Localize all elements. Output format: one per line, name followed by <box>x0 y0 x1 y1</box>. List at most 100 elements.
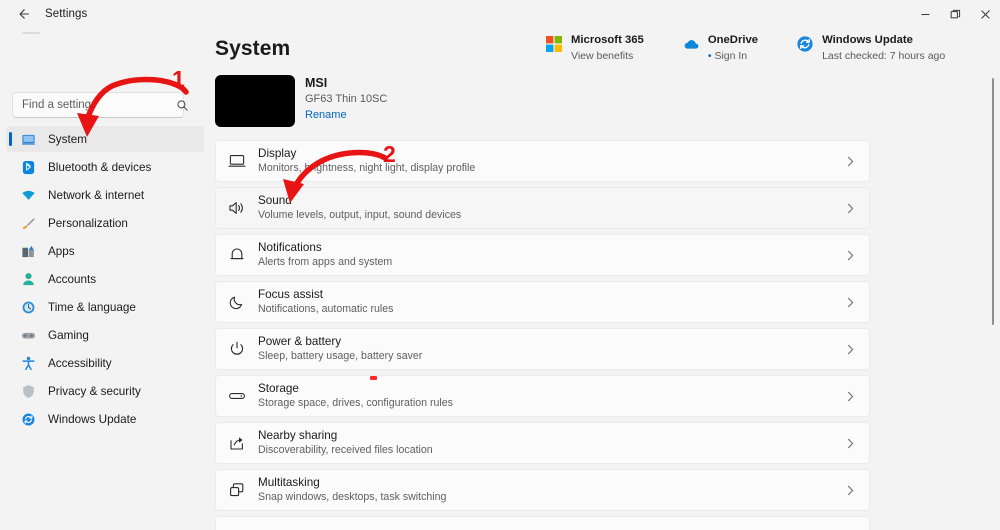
settings-row-partial[interactable] <box>215 516 870 530</box>
settings-row-display[interactable]: Display Monitors, brightness, night ligh… <box>215 140 870 182</box>
sidebar-nav: System Bluetooth & devices Network & int… <box>6 126 204 434</box>
monitor-icon <box>20 131 36 147</box>
search-container <box>12 92 188 118</box>
wifi-icon <box>20 187 36 203</box>
sidebar-item-label: Gaming <box>48 328 89 342</box>
search-box[interactable] <box>12 92 188 118</box>
settings-row-multitasking[interactable]: Multitasking Snap windows, desktops, tas… <box>215 469 870 511</box>
card-subtitle: View benefits <box>571 50 634 62</box>
device-model: GF63 Thin 10SC <box>305 93 388 105</box>
sidebar-item-label: Personalization <box>48 216 128 230</box>
row-subtitle: Volume levels, output, input, sound devi… <box>258 209 462 221</box>
drive-icon <box>216 387 258 405</box>
row-title: Focus assist <box>258 288 323 301</box>
sidebar-item-bluetooth-devices[interactable]: Bluetooth & devices <box>6 154 204 180</box>
shield-icon <box>20 383 36 399</box>
sidebar-item-label: System <box>48 132 87 146</box>
sidebar-item-label: Accounts <box>48 272 97 286</box>
chevron-right-icon[interactable] <box>831 203 869 214</box>
settings-row-storage[interactable]: Storage Storage space, drives, configura… <box>215 375 870 417</box>
paintbrush-icon <box>20 215 36 231</box>
microsoft-logo-icon <box>545 35 563 53</box>
content-pane: System MSI GF63 Thin 10SC Rename Microso… <box>210 28 1000 530</box>
chevron-right-icon[interactable] <box>831 391 869 402</box>
scrollbar-track[interactable] <box>989 28 997 530</box>
sidebar-item-personalization[interactable]: Personalization <box>6 210 204 236</box>
card-onedrive[interactable]: OneDrive • Sign In <box>682 33 758 63</box>
settings-row-focus-assist[interactable]: Focus assist Notifications, automatic ru… <box>215 281 870 323</box>
minimize-button[interactable] <box>910 0 940 28</box>
power-icon <box>216 340 258 358</box>
settings-row-sound[interactable]: Sound Volume levels, output, input, soun… <box>215 187 870 229</box>
sidebar-item-privacy-security[interactable]: Privacy & security <box>6 378 204 404</box>
sidebar-item-windows-update[interactable]: Windows Update <box>6 406 204 432</box>
rename-link[interactable]: Rename <box>305 109 347 121</box>
chevron-right-icon[interactable] <box>831 250 869 261</box>
card-microsoft-365[interactable]: Microsoft 365 View benefits <box>545 33 644 63</box>
chevron-right-icon[interactable] <box>831 344 869 355</box>
chevron-right-icon[interactable] <box>831 156 869 167</box>
moon-icon <box>216 293 258 311</box>
row-title: Multitasking <box>258 476 320 489</box>
row-subtitle: Sleep, battery usage, battery saver <box>258 350 423 362</box>
card-title: OneDrive <box>707 34 759 46</box>
row-subtitle: Snap windows, desktops, task switching <box>258 491 447 503</box>
sidebar-item-network-internet[interactable]: Network & internet <box>6 182 204 208</box>
card-title: Microsoft 365 <box>571 34 644 46</box>
maximize-button[interactable] <box>940 0 970 28</box>
row-title: Display <box>258 147 297 160</box>
row-title: Nearby sharing <box>258 429 338 442</box>
device-thumbnail <box>215 75 295 127</box>
card-subtitle: • Sign In <box>708 49 758 63</box>
account-cards: Microsoft 365 View benefits OneDrive • S… <box>545 33 945 63</box>
row-subtitle: Storage space, drives, configuration rul… <box>258 397 453 409</box>
back-button[interactable] <box>8 0 38 28</box>
card-subtitle: Last checked: 7 hours ago <box>822 50 946 62</box>
card-windows-update[interactable]: Windows Update Last checked: 7 hours ago <box>796 33 945 63</box>
row-title: Storage <box>258 382 299 395</box>
sidebar-item-label: Accessibility <box>48 356 112 370</box>
sidebar-item-time-language[interactable]: Time & language <box>6 294 204 320</box>
sidebar-item-system[interactable]: System <box>6 126 204 152</box>
chevron-right-icon[interactable] <box>831 297 869 308</box>
search-icon <box>176 99 189 112</box>
search-input[interactable] <box>22 99 176 111</box>
windows-stack-icon <box>216 481 258 499</box>
settings-list: Display Monitors, brightness, night ligh… <box>215 140 870 530</box>
settings-row-nearby-sharing[interactable]: Nearby sharing Discoverability, received… <box>215 422 870 464</box>
sidebar-item-label: Bluetooth & devices <box>48 160 152 174</box>
sidebar-item-label: Windows Update <box>48 412 137 426</box>
sidebar-item-label: Network & internet <box>48 188 145 202</box>
sidebar-item-accessibility[interactable]: Accessibility <box>6 350 204 376</box>
app-title: Settings <box>45 8 88 20</box>
device-name: MSI <box>305 76 328 90</box>
settings-window: Settings Find a setting System Bluetooth… <box>0 0 1000 530</box>
sidebar: System Bluetooth & devices Network & int… <box>0 28 210 530</box>
row-subtitle: Monitors, brightness, night light, displ… <box>258 162 476 174</box>
chevron-right-icon[interactable] <box>831 485 869 496</box>
bell-icon <box>216 246 258 264</box>
settings-row-notifications[interactable]: Notifications Alerts from apps and syste… <box>215 234 870 276</box>
row-subtitle: Discoverability, received files location <box>258 444 433 456</box>
row-title: Power & battery <box>258 335 342 348</box>
account-placeholder <box>22 32 40 34</box>
sidebar-item-accounts[interactable]: Accounts <box>6 266 204 292</box>
page-title: System <box>215 37 291 60</box>
close-button[interactable] <box>970 0 1000 28</box>
row-title: Sound <box>258 194 292 207</box>
sidebar-item-gaming[interactable]: Gaming <box>6 322 204 348</box>
update-icon <box>20 411 36 427</box>
sidebar-item-label: Privacy & security <box>48 384 141 398</box>
sidebar-item-apps[interactable]: Apps <box>6 238 204 264</box>
apps-icon <box>20 243 36 259</box>
chevron-right-icon[interactable] <box>831 438 869 449</box>
settings-row-power-battery[interactable]: Power & battery Sleep, battery usage, ba… <box>215 328 870 370</box>
accessibility-icon <box>20 355 36 371</box>
row-title: Notifications <box>258 241 322 254</box>
monitor-icon <box>216 152 258 170</box>
gamepad-icon <box>20 327 36 343</box>
card-title: Windows Update <box>822 34 913 46</box>
windows-update-icon <box>796 35 814 53</box>
scrollbar-thumb[interactable] <box>992 78 994 325</box>
title-bar: Settings <box>0 0 1000 28</box>
